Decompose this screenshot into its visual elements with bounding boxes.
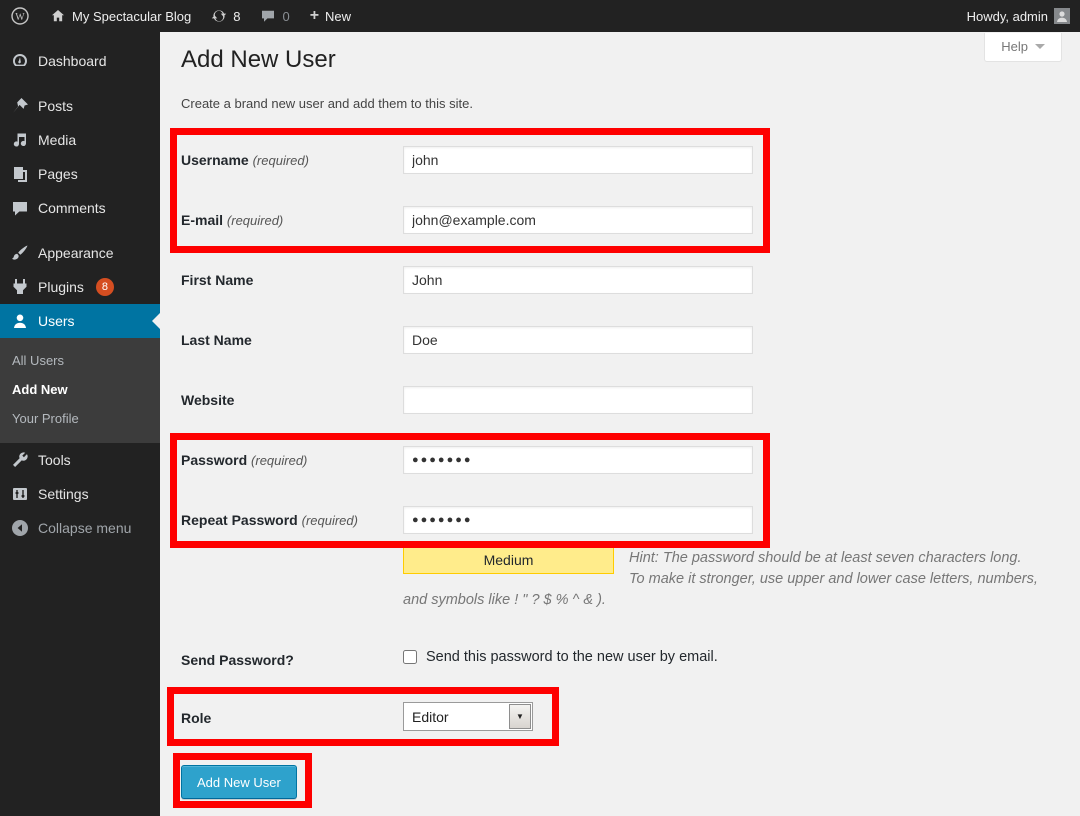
password-strength-meter: Medium [403, 547, 614, 574]
sidebar-item-media[interactable]: Media [0, 123, 160, 157]
comment-count: 0 [282, 9, 289, 24]
sidebar-item-label: Pages [38, 166, 78, 182]
sidebar-item-settings[interactable]: Settings [0, 477, 160, 511]
last-name-input[interactable] [403, 326, 753, 354]
submenu-item-add-new[interactable]: Add New [0, 375, 160, 404]
sidebar-item-dashboard[interactable]: Dashboard [0, 44, 160, 78]
help-button[interactable]: Help [984, 33, 1062, 62]
page-subtitle: Create a brand new user and add them to … [181, 96, 473, 111]
admin-sidebar: Dashboard Posts Media Pages [0, 32, 160, 816]
wrench-icon [10, 450, 30, 470]
sidebar-item-plugins[interactable]: Plugins 8 [0, 270, 160, 304]
role-selected-value: Editor [404, 709, 509, 725]
password-input[interactable] [403, 446, 753, 474]
username-label: Username (required) [181, 152, 397, 169]
email-input[interactable] [403, 206, 753, 234]
sidebar-item-tools[interactable]: Tools [0, 443, 160, 477]
paintbrush-icon [10, 243, 30, 263]
first-name-label: First Name [181, 272, 397, 289]
chevron-down-icon: ▼ [516, 712, 524, 721]
site-menu[interactable]: My Spectacular Blog [40, 0, 201, 32]
main-content: Add New User Create a brand new user and… [160, 32, 1080, 816]
email-label: E-mail (required) [181, 212, 397, 229]
username-input[interactable] [403, 146, 753, 174]
sidebar-item-collapse-menu[interactable]: Collapse menu [0, 511, 160, 545]
role-select[interactable]: Editor ▼ [403, 702, 533, 731]
sidebar-item-label: Dashboard [38, 53, 107, 69]
submenu-item-your-profile[interactable]: Your Profile [0, 404, 160, 433]
users-icon [10, 311, 30, 331]
new-content-menu[interactable]: + New [300, 0, 361, 32]
new-label: New [325, 9, 351, 24]
add-new-user-button[interactable]: Add New User [181, 765, 297, 799]
media-icon [10, 130, 30, 150]
sidebar-item-label: Collapse menu [38, 520, 131, 536]
update-count: 8 [233, 9, 240, 24]
sidebar-item-appearance[interactable]: Appearance [0, 236, 160, 270]
website-input[interactable] [403, 386, 753, 414]
help-label: Help [1001, 39, 1028, 54]
dashboard-icon [10, 51, 30, 71]
sidebar-item-label: Media [38, 132, 76, 148]
website-label: Website [181, 392, 397, 409]
role-label: Role [181, 710, 397, 727]
svg-text:W: W [15, 12, 25, 23]
wordpress-logo-menu[interactable]: W [0, 0, 40, 32]
avatar [1054, 8, 1070, 24]
update-icon [211, 8, 227, 24]
send-password-checkbox[interactable] [403, 650, 417, 664]
admin-bar: W My Spectacular Blog 8 0 + New [0, 0, 1080, 32]
active-item-arrow [152, 313, 160, 329]
page-title: Add New User [181, 46, 336, 74]
repeat-password-input[interactable] [403, 506, 753, 534]
comments-menu[interactable]: 0 [250, 0, 299, 32]
sidebar-item-label: Comments [38, 200, 106, 216]
submenu-item-all-users[interactable]: All Users [0, 346, 160, 375]
pushpin-icon [10, 96, 30, 116]
sidebar-item-users[interactable]: Users [0, 304, 160, 338]
first-name-input[interactable] [403, 266, 753, 294]
sidebar-item-label: Settings [38, 486, 89, 502]
plus-icon: + [310, 8, 319, 24]
repeat-password-label: Repeat Password (required) [181, 512, 397, 529]
users-submenu: All Users Add New Your Profile [0, 338, 160, 443]
sidebar-item-posts[interactable]: Posts [0, 89, 160, 123]
settings-icon [10, 484, 30, 504]
account-menu[interactable]: Howdy, admin [957, 0, 1080, 32]
comments-icon [10, 198, 30, 218]
sidebar-item-label: Posts [38, 98, 73, 114]
chevron-down-icon [1035, 44, 1045, 49]
comment-icon [260, 8, 276, 24]
plugin-icon [10, 277, 30, 297]
home-icon [50, 8, 66, 24]
sidebar-item-label: Appearance [38, 245, 114, 261]
collapse-icon [10, 518, 30, 538]
select-dropdown-button[interactable]: ▼ [509, 704, 531, 729]
send-password-label: Send Password? [181, 652, 397, 669]
plugins-update-badge: 8 [96, 278, 114, 296]
password-label: Password (required) [181, 452, 397, 469]
site-name: My Spectacular Blog [72, 9, 191, 24]
sidebar-item-comments[interactable]: Comments [0, 191, 160, 225]
sidebar-item-label: Tools [38, 452, 71, 468]
sidebar-item-pages[interactable]: Pages [0, 157, 160, 191]
last-name-label: Last Name [181, 332, 397, 349]
sidebar-item-label: Users [38, 313, 75, 329]
wordpress-logo-icon: W [10, 6, 30, 26]
sidebar-item-label: Plugins [38, 279, 84, 295]
updates-menu[interactable]: 8 [201, 0, 250, 32]
pages-icon [10, 164, 30, 184]
howdy-text: Howdy, admin [967, 9, 1048, 24]
send-password-checkbox-label: Send this password to the new user by em… [426, 649, 718, 665]
